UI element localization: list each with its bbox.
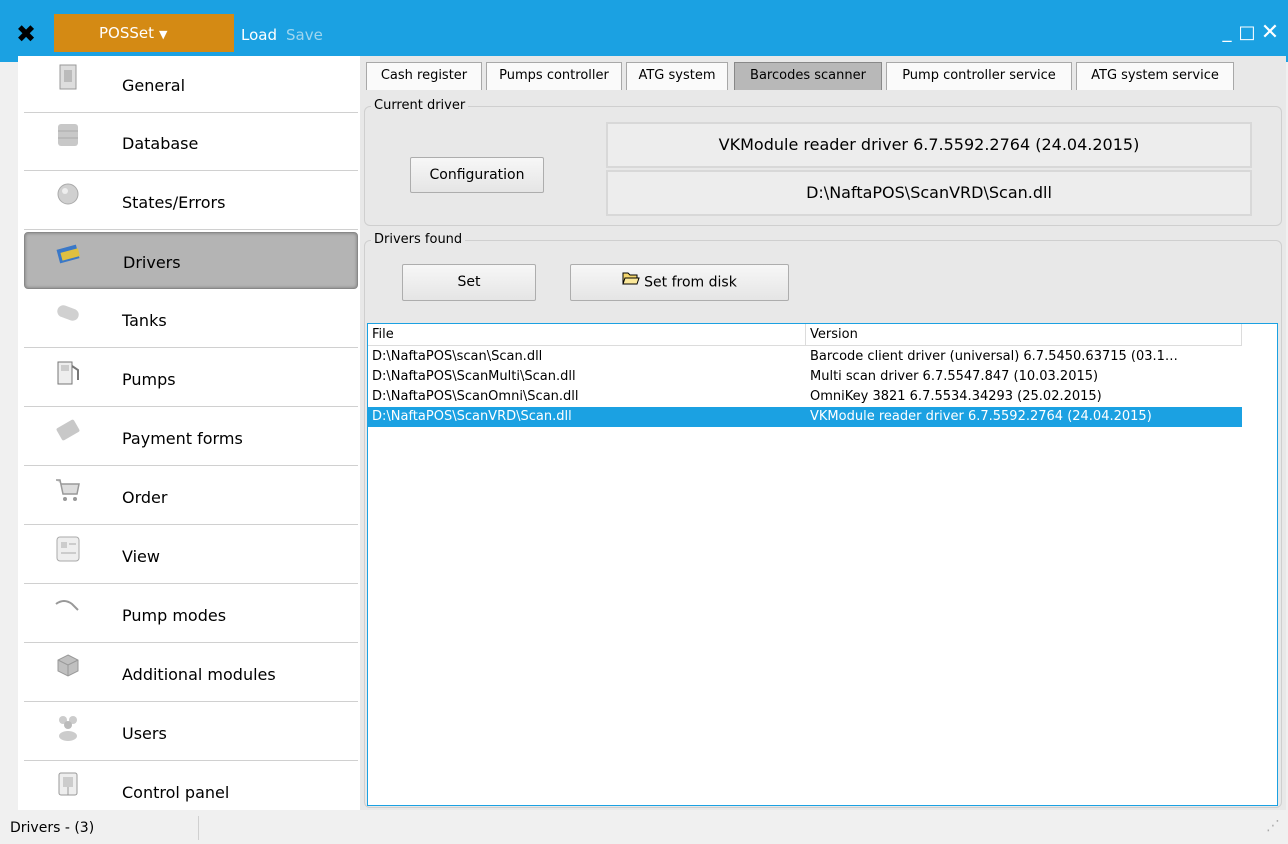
- save-button[interactable]: Save: [286, 26, 323, 44]
- sidebar-item-label: Tanks: [122, 311, 167, 330]
- sidebar-item-label: Pump modes: [122, 606, 227, 625]
- sidebar-item-general[interactable]: General: [24, 56, 358, 113]
- database-icon: [52, 120, 84, 152]
- sidebar-item-label: Pumps: [122, 370, 176, 389]
- file-cell: D:\NaftaPOS\scan\Scan.dll: [372, 349, 543, 364]
- sidebar-item-pump-modes[interactable]: Pump modes: [24, 586, 358, 643]
- sidebar-item-order[interactable]: Order: [24, 468, 358, 525]
- tab-pumps-controller[interactable]: Pumps controller: [486, 62, 622, 90]
- tab-cash-register[interactable]: Cash register: [366, 62, 482, 90]
- load-button[interactable]: Load: [241, 26, 277, 44]
- column-header-version[interactable]: Version: [806, 324, 1242, 346]
- states-errors-icon: [52, 179, 84, 211]
- status-bar: Drivers - (3): [0, 810, 1288, 844]
- table-row[interactable]: D:\NaftaPOS\ScanMulti\Scan.dll Multi sca…: [368, 367, 1242, 387]
- cubes-icon: [52, 651, 84, 683]
- tab-pump-controller-service[interactable]: Pump controller service: [886, 62, 1072, 90]
- caret-down-icon: ▼: [159, 28, 168, 41]
- sidebar-item-label: Database: [122, 134, 199, 153]
- pumps-icon: [52, 356, 84, 388]
- sidebar-item-drivers[interactable]: Drivers: [24, 232, 358, 289]
- sidebar-item-database[interactable]: Database: [24, 114, 358, 171]
- file-cell: D:\NaftaPOS\ScanVRD\Scan.dll: [372, 409, 572, 424]
- sidebar-item-label: Payment forms: [122, 429, 243, 448]
- column-header-file[interactable]: File: [368, 324, 806, 346]
- sidebar-item-label: General: [122, 76, 186, 95]
- file-cell: D:\NaftaPOS\ScanOmni\Scan.dll: [372, 389, 579, 404]
- sidebar-item-label: View: [122, 547, 160, 566]
- set-from-disk-label: Set from disk: [644, 274, 737, 291]
- sidebar-item-tanks[interactable]: Tanks: [24, 291, 358, 348]
- status-text: Drivers - (3): [10, 820, 95, 836]
- table-row[interactable]: D:\NaftaPOS\scan\Scan.dll Barcode client…: [368, 347, 1242, 367]
- version-cell: Barcode client driver (universal) 6.7.54…: [810, 349, 1178, 364]
- current-driver-name: VKModule reader driver 6.7.5592.2764 (24…: [606, 122, 1252, 168]
- resize-grip-icon[interactable]: ⋰: [1266, 818, 1280, 834]
- sidebar-item-label: Order: [122, 488, 168, 507]
- sidebar-item-label: Additional modules: [122, 665, 276, 684]
- drivers-table: File Version D:\NaftaPOS\scan\Scan.dll B…: [367, 323, 1278, 806]
- posset-menu-label: POSSet: [99, 24, 155, 42]
- main-panel: Cash register Pumps controller ATG syste…: [360, 56, 1286, 810]
- sidebar-item-label: Users: [122, 724, 167, 743]
- sidebar-item-users[interactable]: Users: [24, 704, 358, 761]
- cart-icon: [52, 474, 84, 506]
- version-cell: Multi scan driver 6.7.5547.847 (10.03.20…: [810, 369, 1099, 384]
- drivers-icon: [53, 239, 85, 271]
- table-row-selected[interactable]: D:\NaftaPOS\ScanVRD\Scan.dll VKModule re…: [368, 407, 1242, 427]
- tanks-icon: [52, 297, 84, 329]
- set-button[interactable]: Set: [402, 264, 536, 301]
- general-icon: [52, 62, 84, 94]
- sidebar-item-states-errors[interactable]: States/Errors: [24, 173, 358, 230]
- sidebar-item-label: Control panel: [122, 783, 230, 802]
- version-cell: OmniKey 3821 6.7.5534.34293 (25.02.2015): [810, 389, 1102, 404]
- sidebar-item-label: States/Errors: [122, 193, 226, 212]
- drivers-found-title: Drivers found: [371, 232, 466, 247]
- status-separator: [198, 816, 199, 840]
- sidebar-item-label: Drivers: [123, 253, 181, 272]
- payment-forms-icon: [52, 415, 84, 447]
- current-driver-path: D:\NaftaPOS\ScanVRD\Scan.dll: [606, 170, 1252, 216]
- set-from-disk-button[interactable]: Set from disk: [570, 264, 789, 301]
- open-folder-icon: [622, 265, 640, 300]
- sidebar: General Database States/Errors Drivers T…: [18, 56, 360, 820]
- file-cell: D:\NaftaPOS\ScanMulti\Scan.dll: [372, 369, 576, 384]
- configuration-button[interactable]: Configuration: [410, 157, 544, 193]
- sidebar-item-additional-modules[interactable]: Additional modules: [24, 645, 358, 702]
- pump-nozzle-icon: [52, 592, 84, 624]
- tab-barcodes-scanner[interactable]: Barcodes scanner: [734, 62, 882, 90]
- maximize-button[interactable]: □: [1236, 22, 1258, 44]
- tab-atg-system-service[interactable]: ATG system service: [1076, 62, 1234, 90]
- users-icon: [52, 710, 84, 742]
- version-cell: VKModule reader driver 6.7.5592.2764 (24…: [810, 409, 1152, 424]
- sidebar-item-payment-forms[interactable]: Payment forms: [24, 409, 358, 466]
- view-icon: [52, 533, 84, 565]
- table-row[interactable]: D:\NaftaPOS\ScanOmni\Scan.dll OmniKey 38…: [368, 387, 1242, 407]
- tab-atg-system[interactable]: ATG system: [626, 62, 728, 90]
- current-driver-title: Current driver: [371, 98, 469, 113]
- minimize-button[interactable]: _: [1216, 22, 1238, 44]
- sidebar-item-pumps[interactable]: Pumps: [24, 350, 358, 407]
- tools-icon[interactable]: ✖: [16, 22, 46, 46]
- sidebar-item-view[interactable]: View: [24, 527, 358, 584]
- control-panel-icon: [52, 769, 84, 801]
- close-button[interactable]: ✕: [1259, 22, 1281, 44]
- posset-menu-button[interactable]: POSSet ▼: [54, 14, 234, 52]
- title-bar: ✖ POSSet ▼ Load Save _ □ ✕: [0, 0, 1288, 62]
